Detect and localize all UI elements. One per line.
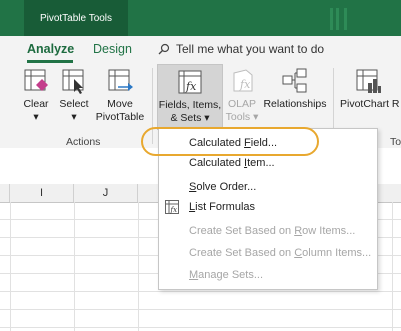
menu-text: tem... <box>247 157 275 169</box>
pivottable-tools-context-tab: PivotTable Tools <box>24 0 128 36</box>
menu-item-solve-order[interactable]: Solve Order... <box>159 177 377 197</box>
tell-me-search[interactable]: Tell me what you want to do <box>158 42 324 56</box>
relationships-icon <box>282 68 307 93</box>
tab-analyze[interactable]: Analyze <box>27 42 74 56</box>
menu-text: ow Items... <box>302 225 356 237</box>
grid-line <box>138 202 139 331</box>
menu-item-manage-sets[interactable]: Manage Sets... <box>159 265 377 285</box>
menu-text: Create Set Based on <box>189 247 295 259</box>
tab-design[interactable]: Design <box>93 42 132 56</box>
select-label: Select <box>59 98 89 110</box>
move-pivottable-button[interactable]: Move PivotTable <box>94 64 146 130</box>
olap-label-line2: Tools ▾ <box>225 111 259 123</box>
grid-line <box>74 202 75 331</box>
search-icon <box>158 43 170 55</box>
menu-text: olve Order... <box>196 181 257 193</box>
pivotchart-button[interactable]: PivotChart R <box>340 64 401 130</box>
menu-text: Calculated <box>189 157 245 169</box>
fields-items-sets-button[interactable]: fx Fields, Items, & Sets ▾ <box>157 64 223 130</box>
menu-access-key: R <box>294 225 303 237</box>
clear-label: Clear <box>23 98 49 110</box>
svg-text:fx: fx <box>170 206 178 214</box>
column-header-i[interactable]: I <box>10 184 74 202</box>
menu-item-create-set-column-items[interactable]: Create Set Based on Column Items... <box>159 243 377 263</box>
svg-text:fx: fx <box>239 78 251 91</box>
fields-items-sets-icon: fx <box>178 70 202 94</box>
svg-text:fx: fx <box>185 80 197 93</box>
title-bar-decoration <box>336 8 339 30</box>
clear-arrow: ▾ <box>33 111 39 123</box>
pivotchart-label: PivotChart R <box>340 98 400 110</box>
move-pivottable-icon <box>108 69 133 91</box>
menu-item-calculated-item[interactable]: Calculated Item... <box>159 153 377 173</box>
olap-label-line1: OLAP <box>227 98 256 110</box>
menu-item-list-formulas[interactable]: fx List Formulas <box>159 197 377 217</box>
pivotchart-icon <box>356 69 381 93</box>
grid-line <box>10 202 11 331</box>
title-bar-decoration <box>330 8 333 30</box>
relationships-button[interactable]: Relationships <box>262 64 328 130</box>
select-button[interactable]: Select ▾ <box>56 64 92 130</box>
menu-access-key: M <box>189 269 199 281</box>
move-label-line2: PivotTable <box>95 111 145 123</box>
olap-tools-button[interactable]: fx OLAP Tools ▾ <box>224 64 260 130</box>
title-bar: PivotTable Tools <box>0 0 401 36</box>
active-tab-indicator <box>27 60 73 63</box>
column-header-stub[interactable] <box>0 184 10 202</box>
clear-icon <box>24 69 48 91</box>
title-bar-decoration <box>344 8 347 30</box>
menu-item-create-set-row-items[interactable]: Create Set Based on Row Items... <box>159 221 377 241</box>
menu-text: anage Sets... <box>198 269 263 281</box>
select-arrow: ▾ <box>71 111 77 123</box>
menu-text: Create Set Based on <box>189 225 295 237</box>
move-label-line1: Move <box>107 98 133 110</box>
list-formulas-icon: fx <box>165 200 179 214</box>
tools-group-label: To <box>390 136 401 148</box>
menu-access-key: C <box>294 247 303 259</box>
menu-text: ist Formulas <box>195 201 256 213</box>
tell-me-label: Tell me what you want to do <box>176 42 325 56</box>
select-icon <box>62 69 84 94</box>
fields-label-line1: Fields, Items, <box>158 99 222 111</box>
fields-label-line2: & Sets ▾ <box>170 112 210 124</box>
grid-line <box>392 202 393 331</box>
clear-button[interactable]: Clear ▾ <box>18 64 54 130</box>
relationships-label: Relationships <box>263 98 327 110</box>
highlight-ring <box>141 127 319 156</box>
actions-group-label: Actions <box>66 136 101 148</box>
menu-text: olumn Items... <box>302 247 372 259</box>
olap-tools-icon: fx <box>233 69 253 92</box>
column-header-j[interactable]: J <box>74 184 138 202</box>
